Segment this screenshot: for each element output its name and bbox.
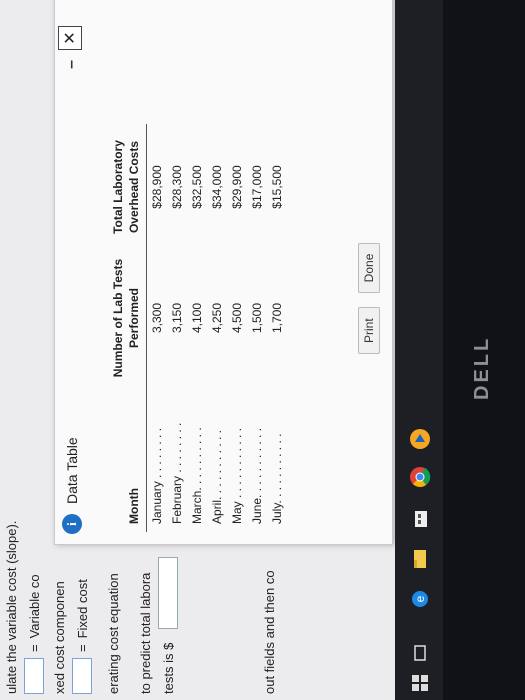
variable-cost-answer-box[interactable] xyxy=(24,658,44,694)
browser-content: ulate the variable cost (slope). = Varia… xyxy=(0,0,395,700)
tests-cell: 1,500 xyxy=(250,302,265,334)
table-row: June. . . . . . . . . . . 1,500 $17,000 xyxy=(247,124,267,532)
month-cell: February . . . . . . . . xyxy=(170,422,185,524)
tests-cell: 3,150 xyxy=(170,302,185,334)
chrome-icon[interactable] xyxy=(409,466,431,488)
monitor-bezel: DELL xyxy=(443,0,525,700)
table-row: April. . . . . . . . . . . 4,250 $34,000 xyxy=(207,124,227,532)
dialog-title: Data Table xyxy=(64,437,80,504)
task-view-icon[interactable] xyxy=(409,642,431,664)
variable-cost-label: Variable co xyxy=(26,574,42,639)
cost-cell: $29,900 xyxy=(230,165,245,209)
data-table-dialog: i Data Table – ✕ Month Number of Lab Tes… xyxy=(54,0,393,545)
fixed-cost-eq: = xyxy=(74,644,90,652)
table-row: July. . . . . . . . . . . 1,700 $15,500 xyxy=(267,124,287,532)
table-row: January . . . . . . . . 3,300 $28,900 xyxy=(147,124,168,532)
edge-icon[interactable]: e xyxy=(409,588,431,610)
tests-label: tests is $ xyxy=(160,642,176,694)
header-overhead-costs: Total Laboratory Overhead Costs xyxy=(111,140,141,234)
close-button[interactable]: ✕ xyxy=(58,26,82,50)
store-icon[interactable] xyxy=(409,508,431,530)
table-row: May . . . . . . . . . . . 4,500 $29,900 xyxy=(227,124,247,532)
cost-cell: $34,000 xyxy=(210,165,225,209)
start-icon[interactable] xyxy=(409,672,431,694)
tests-cell: 4,500 xyxy=(230,302,245,334)
instruction-text: ulate the variable cost (slope). xyxy=(4,520,19,694)
taskbar: e xyxy=(395,0,443,700)
dialog-buttons: Print Done xyxy=(358,242,380,354)
done-button[interactable]: Done xyxy=(358,242,380,294)
tests-cell: 3,300 xyxy=(150,302,165,334)
variable-cost-eq: = xyxy=(26,644,42,652)
month-cell: January . . . . . . . . xyxy=(150,427,165,524)
minimize-icon[interactable]: – xyxy=(63,60,81,69)
svg-text:e: e xyxy=(413,595,427,602)
tests-cell: 4,250 xyxy=(210,302,225,334)
dialog-header: i Data Table – ✕ xyxy=(55,0,89,544)
fixed-component-label: xed cost componen xyxy=(52,581,67,694)
fixed-cost-row: = Fixed cost xyxy=(72,579,92,694)
predict-label: to predict total labora xyxy=(138,572,153,694)
table-row: February . . . . . . . . 3,150 $28,300 xyxy=(167,124,187,532)
data-table: Month Number of Lab Tests Performed Tota… xyxy=(111,124,287,532)
fixed-cost-label: Fixed cost xyxy=(74,579,90,639)
cost-cell: $15,500 xyxy=(270,165,285,209)
month-cell: May . . . . . . . . . . . xyxy=(230,427,245,524)
total-cost-input[interactable] xyxy=(158,556,178,629)
info-icon: i xyxy=(62,514,82,534)
cost-cell: $28,900 xyxy=(150,165,165,209)
input-fields-hint: out fields and then co xyxy=(262,570,277,694)
table-row: March. . . . . . . . . . 4,100 $32,500 xyxy=(187,124,207,532)
month-cell: July. . . . . . . . . . . xyxy=(270,433,285,524)
variable-cost-row: = Variable co xyxy=(24,574,44,694)
header-lab-tests: Number of Lab Tests Performed xyxy=(111,258,141,378)
month-cell: April. . . . . . . . . . . xyxy=(210,429,225,524)
tests-row: tests is $ xyxy=(158,556,178,694)
table-header-row: Month Number of Lab Tests Performed Tota… xyxy=(111,124,147,532)
cost-cell: $32,500 xyxy=(190,165,205,209)
header-month: Month xyxy=(126,488,141,524)
cost-cell: $28,300 xyxy=(170,165,185,209)
tests-cell: 1,700 xyxy=(270,302,285,334)
fixed-cost-answer-box[interactable] xyxy=(72,658,92,694)
file-explorer-icon[interactable] xyxy=(409,548,431,570)
month-cell: March. . . . . . . . . . xyxy=(190,427,205,524)
media-icon[interactable] xyxy=(409,428,431,450)
dell-logo: DELL xyxy=(471,335,493,400)
tests-cell: 4,100 xyxy=(190,302,205,334)
month-cell: June. . . . . . . . . . . xyxy=(250,427,265,524)
operating-equation-label: erating cost equation xyxy=(106,573,121,694)
print-button[interactable]: Print xyxy=(358,307,380,354)
cost-cell: $17,000 xyxy=(250,165,265,209)
rotated-screen: ulate the variable cost (slope). = Varia… xyxy=(0,0,525,700)
